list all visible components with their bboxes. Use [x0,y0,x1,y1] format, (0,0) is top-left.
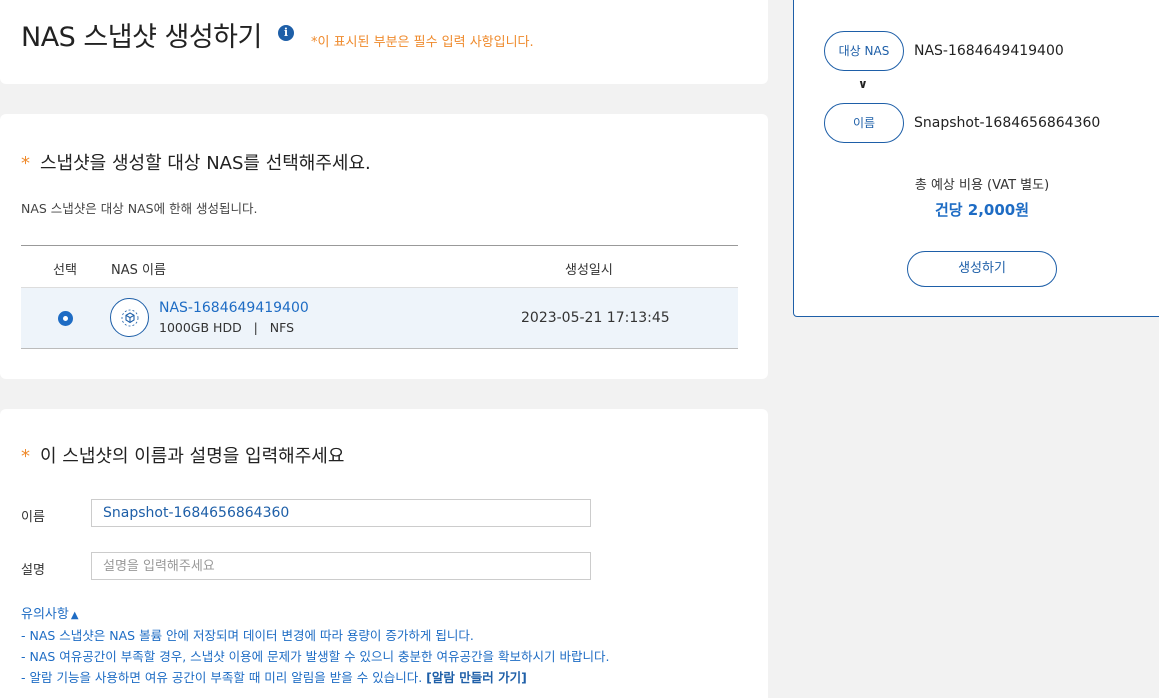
note-text: - 알람 기능을 사용하면 여유 공간이 부족할 때 미리 알림을 받을 수 있… [21,670,423,685]
column-select: 선택 [53,263,77,278]
note-item: - NAS 스냅샷은 NAS 볼륨 안에 저장되며 데이터 변경에 따라 용량이… [21,628,474,643]
info-section-title-text: 이 스냅샷의 이름과 설명을 입력해주세요 [40,446,345,467]
note-item: - 알람 기능을 사용하면 여유 공간이 부족할 때 미리 알림을 받을 수 있… [21,667,609,688]
name-pill: 이름 [824,103,904,143]
header-card: NAS 스냅샷 생성하기 i *이 표시된 부분은 필수 입력 사항입니다. [0,0,768,84]
name-input[interactable] [91,499,591,527]
table-row[interactable]: NAS-1684649419400 1000GB HDD | NFS 2023-… [21,288,738,348]
notes-toggle[interactable]: 유의사항 ▲ [21,603,79,622]
info-section-title: * 이 스냅샷의 이름과 설명을 입력해주세요 [21,442,344,468]
notes-list: - NAS 스냅샷은 NAS 볼륨 안에 저장되며 데이터 변경에 따라 용량이… [21,625,609,688]
name-label: 이름 [21,510,45,525]
chevron-down-icon: ∨ [858,77,868,91]
target-nas-pill: 대상 NAS [824,31,904,71]
create-button[interactable]: 생성하기 [907,251,1057,287]
snapshot-info-section: * 이 스냅샷의 이름과 설명을 입력해주세요 이름 설명 유의사항▲ - NAS… [0,409,768,698]
column-nas-name: NAS 이름 [111,263,166,278]
select-nas-section: * 스냅샷을 생성할 대상 NAS를 선택해주세요. NAS 스냅샷은 대상 NA… [0,114,768,379]
page-title: NAS 스냅샷 생성하기 [21,22,262,53]
chevron-up-icon: ▲ [70,610,79,621]
nas-spec: 1000GB HDD | NFS [159,320,295,335]
row-select-radio[interactable] [58,311,73,326]
notes-title: 유의사항 [21,607,69,622]
description-input[interactable] [91,552,591,580]
nas-volume-icon [110,298,149,337]
table-header: 선택 NAS 이름 생성일시 [21,246,738,288]
summary-panel: 대상 NAS NAS-1684649419400 ∨ 이름 Snapshot-1… [793,0,1159,317]
nas-table: 선택 NAS 이름 생성일시 NAS-1684649419400 1000GB … [21,245,738,349]
required-star: * [21,446,30,467]
note-item: - NAS 여유공간이 부족할 경우, 스냅샷 이용에 문제가 발생할 수 있으… [21,649,610,664]
select-section-title: * 스냅샷을 생성할 대상 NAS를 선택해주세요. [21,149,371,175]
nas-name-link[interactable]: NAS-1684649419400 [159,300,309,316]
alarm-link[interactable]: [알람 만들러 가기] [426,670,527,685]
select-section-title-text: 스냅샷을 생성할 대상 NAS를 선택해주세요. [40,153,371,174]
target-nas-value: NAS-1684649419400 [914,43,1064,59]
name-value: Snapshot-1684656864360 [914,115,1101,131]
column-created: 생성일시 [565,263,613,278]
desc-label: 설명 [21,563,45,578]
required-star: * [21,153,30,174]
cost-value: 건당 2,000원 [934,201,1030,219]
select-section-description: NAS 스냅샷은 대상 NAS에 한해 생성됩니다. [21,201,258,216]
info-icon[interactable]: i [278,25,294,41]
required-note: *이 표시된 부분은 필수 입력 사항입니다. [311,35,534,50]
nas-created-date: 2023-05-21 17:13:45 [521,310,670,326]
cost-label: 총 예상 비용 (VAT 별도) [914,178,1050,193]
